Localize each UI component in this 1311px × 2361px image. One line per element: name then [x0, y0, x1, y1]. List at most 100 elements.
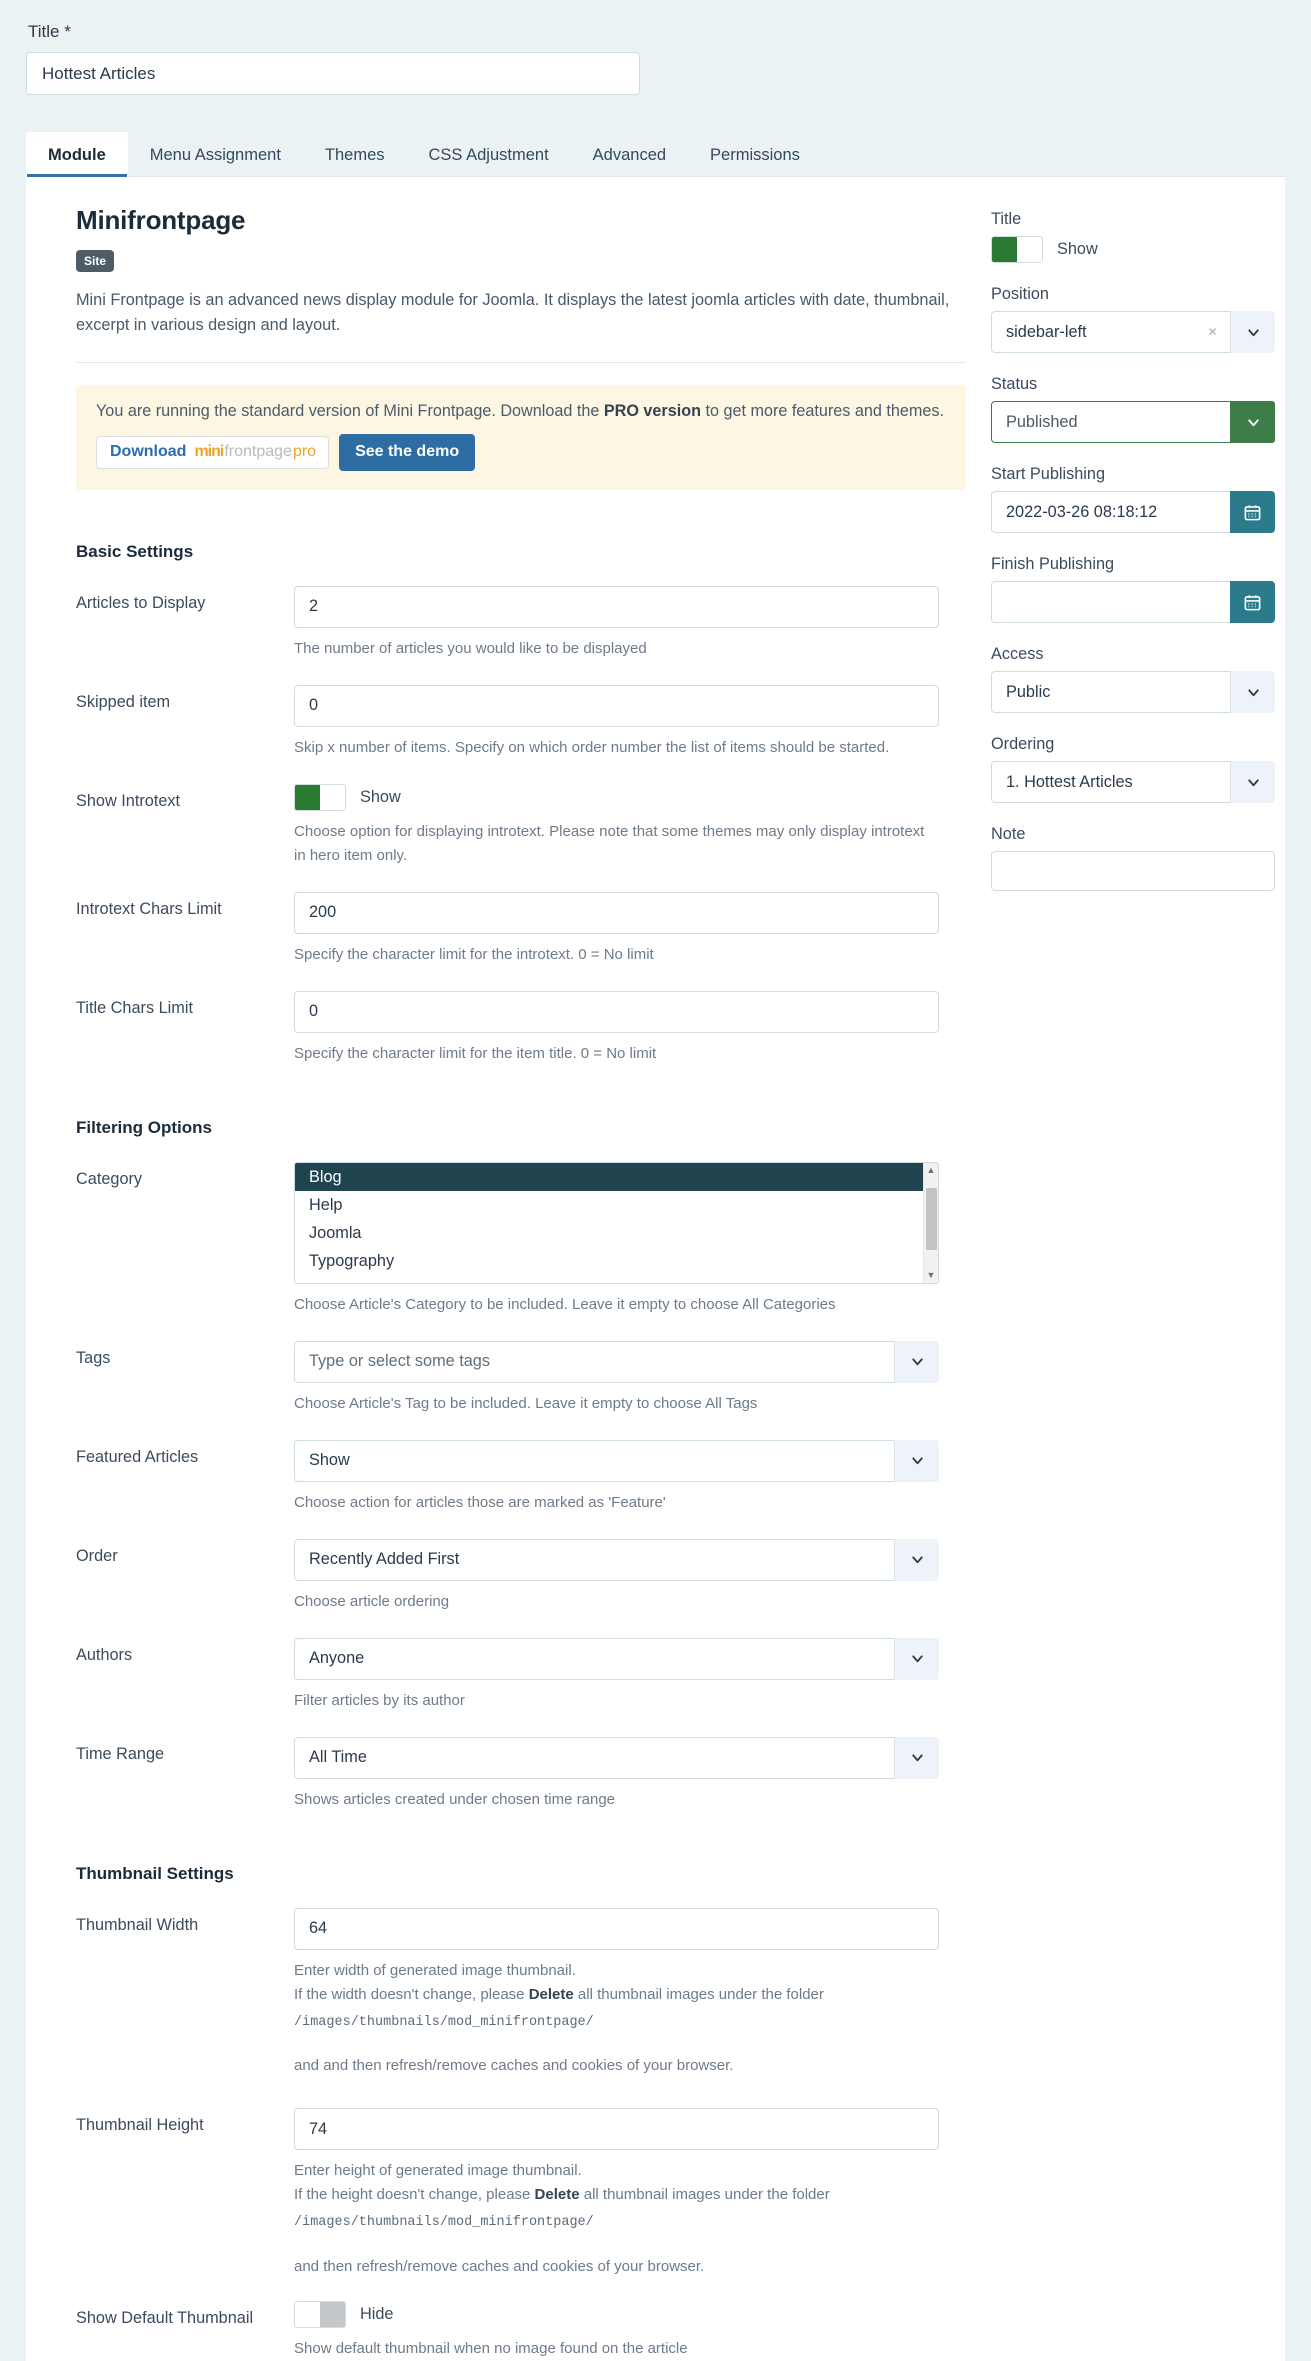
chevron-down-icon[interactable]: [894, 1637, 939, 1680]
position-select-wrap: sidebar-left ×: [991, 311, 1275, 353]
tab-css-adjustment[interactable]: CSS Adjustment: [407, 132, 571, 177]
divider: [76, 361, 966, 363]
start-publishing-input[interactable]: [991, 491, 1230, 533]
thumbnail-width-help-line2: If the width doesn't change, please Dele…: [294, 1983, 939, 2007]
chevron-down-icon[interactable]: [1230, 671, 1275, 713]
calendar-icon[interactable]: [1230, 581, 1275, 623]
sidebar-access-group: Access Public: [991, 645, 1275, 713]
help-prefix: If the height doesn't change, please: [294, 2186, 535, 2204]
see-demo-button[interactable]: See the demo: [339, 433, 476, 471]
field-row-title-chars-limit: Title Chars Limit Specify the character …: [54, 990, 953, 1066]
chevron-down-icon[interactable]: [894, 1736, 939, 1779]
thumbnail-height-input[interactable]: [294, 2108, 939, 2151]
tab-advanced[interactable]: Advanced: [571, 132, 688, 177]
scroll-down-arrow[interactable]: ▼: [924, 1268, 938, 1283]
show-introtext-toggle[interactable]: [294, 783, 346, 811]
toggle-knob: [295, 784, 320, 810]
articles-to-display-help: The number of articles you would like to…: [294, 639, 647, 657]
show-default-thumbnail-help: Show default thumbnail when no image fou…: [294, 2339, 688, 2357]
category-option-help[interactable]: Help: [295, 1191, 938, 1219]
field-row-category: Category Blog Help Joomla Typography ▲ ▼…: [54, 1161, 953, 1317]
chevron-down-icon[interactable]: [1230, 761, 1275, 803]
sidebar-title-label: Title: [991, 210, 1022, 228]
skipped-item-input[interactable]: [294, 684, 939, 727]
calendar-icon[interactable]: [1230, 491, 1275, 533]
tags-select[interactable]: Type or select some tags: [294, 1340, 939, 1383]
panel-sidebar-column: Title Show Position sidebar-left × Statu…: [981, 177, 1305, 2361]
section-thumbnail-settings: Thumbnail Settings: [76, 1863, 234, 1883]
category-option-joomla[interactable]: Joomla: [295, 1219, 938, 1247]
thumbnail-width-help-line1: Enter width of generated image thumbnail…: [294, 1961, 576, 1979]
title-chars-limit-help: Specify the character limit for the item…: [294, 1044, 657, 1062]
thumbnail-width-input[interactable]: [294, 1907, 939, 1950]
chevron-down-icon[interactable]: [894, 1538, 939, 1581]
show-default-thumbnail-toggle[interactable]: [294, 2300, 346, 2328]
authors-help: Filter articles by its author: [294, 1691, 465, 1709]
featured-articles-select-wrap: Show: [294, 1439, 939, 1482]
chevron-down-icon[interactable]: [1230, 311, 1275, 353]
field-row-articles-to-display: Articles to Display The number of articl…: [54, 585, 953, 661]
help-prefix: If the width doesn't change, please: [294, 1985, 529, 2003]
category-label: Category: [76, 1169, 143, 1188]
scroll-up-arrow[interactable]: ▲: [924, 1163, 938, 1178]
category-option-blog[interactable]: Blog: [295, 1162, 938, 1191]
show-introtext-label: Show Introtext: [76, 791, 181, 810]
field-row-introtext-chars-limit: Introtext Chars Limit Specify the charac…: [54, 891, 953, 967]
tab-permissions[interactable]: Permissions: [688, 132, 822, 177]
tab-themes[interactable]: Themes: [303, 132, 407, 177]
sidebar-title-toggle[interactable]: [991, 236, 1043, 263]
authors-select[interactable]: Anyone: [294, 1637, 939, 1680]
field-row-order: Order Recently Added First Choose articl…: [54, 1538, 953, 1614]
sidebar-title-state: Show: [1057, 240, 1098, 258]
chevron-down-icon[interactable]: [1230, 401, 1275, 443]
title-chars-limit-input[interactable]: [294, 990, 939, 1033]
module-description: Mini Frontpage is an advanced news displ…: [76, 291, 950, 335]
pro-version-alert: You are running the standard version of …: [76, 384, 966, 490]
thumbnail-width-help-path: /images/thumbnails/mod_minifrontpage/: [294, 2014, 594, 2030]
introtext-chars-limit-input[interactable]: [294, 891, 939, 934]
order-help: Choose article ordering: [294, 1592, 450, 1610]
module-title-input[interactable]: [26, 52, 640, 95]
help-suffix: all thumbnail images under the folder: [573, 1985, 824, 2003]
toggle-knob: [320, 2301, 345, 2327]
order-select[interactable]: Recently Added First: [294, 1538, 939, 1581]
finish-publishing-input[interactable]: [991, 581, 1230, 623]
tags-help: Choose Article's Tag to be included. Lea…: [294, 1394, 758, 1412]
sidebar-status-label: Status: [991, 375, 1038, 393]
sidebar-status-group: Status Published: [991, 375, 1275, 443]
start-publishing-label: Start Publishing: [991, 465, 1106, 483]
ordering-select-wrap: 1. Hottest Articles: [991, 761, 1275, 803]
note-label: Note: [991, 825, 1026, 843]
category-multiselect[interactable]: Blog Help Joomla Typography ▲ ▼: [294, 1161, 939, 1284]
thumbnail-height-help: Enter height of generated image thumbnai…: [294, 2159, 939, 2279]
status-badge: Site: [76, 250, 115, 272]
thumbnail-height-help-line3: and then refresh/remove caches and cooki…: [294, 2257, 705, 2275]
field-row-tags: Tags Type or select some tags Choose Art…: [54, 1340, 953, 1416]
field-row-authors: Authors Anyone Filter articles by its au…: [54, 1637, 953, 1713]
articles-to-display-input[interactable]: [294, 585, 939, 628]
sidebar-finish-publishing-group: Finish Publishing: [991, 555, 1275, 623]
show-introtext-state: Show: [360, 787, 401, 806]
toggle-knob: [992, 237, 1017, 262]
access-label: Access: [991, 645, 1044, 663]
introtext-chars-limit-help: Specify the character limit for the intr…: [294, 945, 654, 963]
chevron-down-icon[interactable]: [894, 1340, 939, 1383]
category-option-typography[interactable]: Typography: [295, 1247, 938, 1275]
time-range-label: Time Range: [76, 1744, 165, 1763]
sidebar-position-label: Position: [991, 285, 1049, 303]
sidebar-title-group: Title Show: [991, 210, 1275, 263]
category-scrollbar[interactable]: ▲ ▼: [923, 1162, 938, 1283]
download-pro-button[interactable]: Download mini frontpage pro: [96, 435, 330, 469]
note-input[interactable]: [991, 851, 1275, 891]
pro-alert-buttons: Download mini frontpage pro See the demo: [96, 433, 946, 471]
chevron-down-icon[interactable]: [894, 1439, 939, 1482]
tab-menu-assignment[interactable]: Menu Assignment: [128, 132, 303, 177]
scrollbar-thumb[interactable]: [926, 1187, 937, 1250]
tab-module[interactable]: Module: [26, 132, 128, 177]
download-label: Download: [110, 442, 187, 460]
featured-articles-select[interactable]: Show: [294, 1439, 939, 1482]
access-select-wrap: Public: [991, 671, 1275, 713]
clear-icon[interactable]: ×: [1208, 324, 1217, 341]
sidebar-start-publishing-group: Start Publishing: [991, 465, 1275, 533]
time-range-select[interactable]: All Time: [294, 1736, 939, 1779]
